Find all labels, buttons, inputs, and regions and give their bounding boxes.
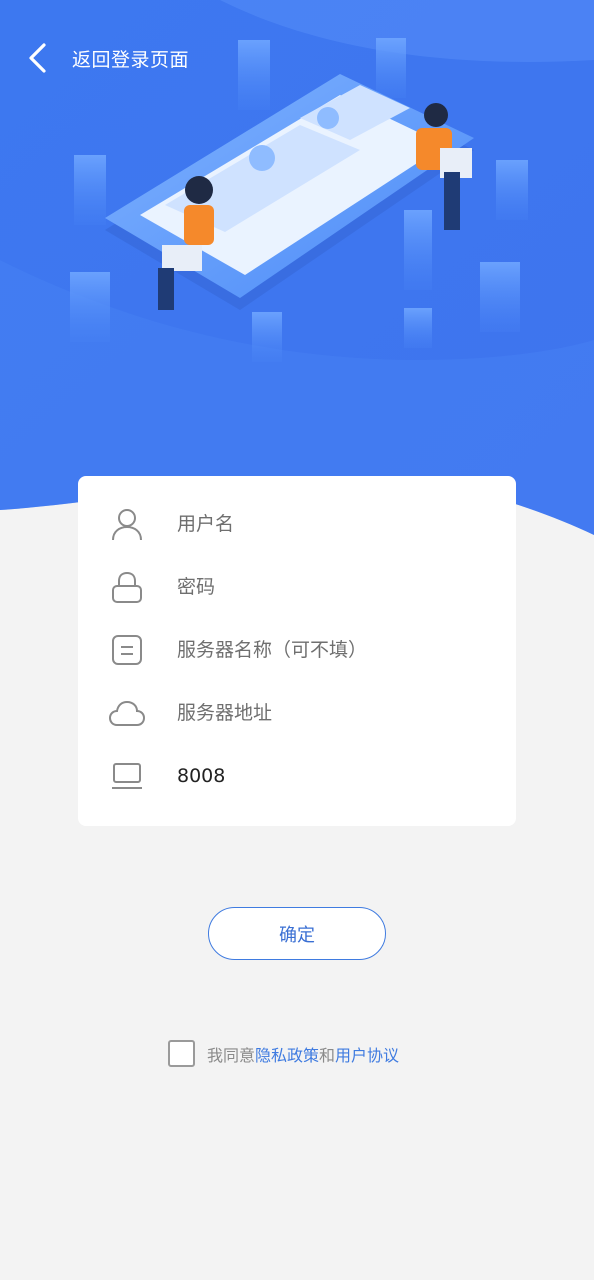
password-row	[78, 555, 516, 618]
terms-link[interactable]: 用户协议	[335, 1046, 399, 1065]
port-row	[78, 744, 516, 807]
agreement-row: 我同意隐私政策和用户协议	[168, 1040, 399, 1067]
agree-checkbox[interactable]	[168, 1040, 195, 1067]
cloud-icon	[108, 694, 146, 732]
confirm-button[interactable]: 确定	[208, 907, 386, 960]
server-name-input[interactable]	[177, 638, 497, 661]
login-form-card	[78, 476, 516, 826]
back-to-login-label[interactable]: 返回登录页面	[72, 45, 189, 72]
agreement-text: 我同意隐私政策和用户协议	[207, 1042, 399, 1066]
username-input[interactable]	[177, 512, 497, 535]
back-button[interactable]	[6, 30, 70, 86]
username-row	[78, 492, 516, 555]
server-name-icon	[108, 631, 146, 669]
port-input[interactable]	[177, 764, 497, 787]
chevron-left-icon	[29, 43, 46, 73]
server-address-input[interactable]	[177, 701, 497, 724]
laptop-icon	[108, 757, 146, 795]
server-address-row	[78, 681, 516, 744]
privacy-policy-link[interactable]: 隐私政策	[255, 1046, 319, 1065]
agreement-conjunction: 和	[319, 1045, 336, 1065]
user-icon	[108, 505, 146, 543]
password-input[interactable]	[177, 575, 497, 598]
top-bar: 返回登录页面	[0, 30, 594, 86]
agreement-prefix: 我同意	[207, 1045, 256, 1065]
lock-icon	[108, 568, 146, 606]
server-name-row	[78, 618, 516, 681]
